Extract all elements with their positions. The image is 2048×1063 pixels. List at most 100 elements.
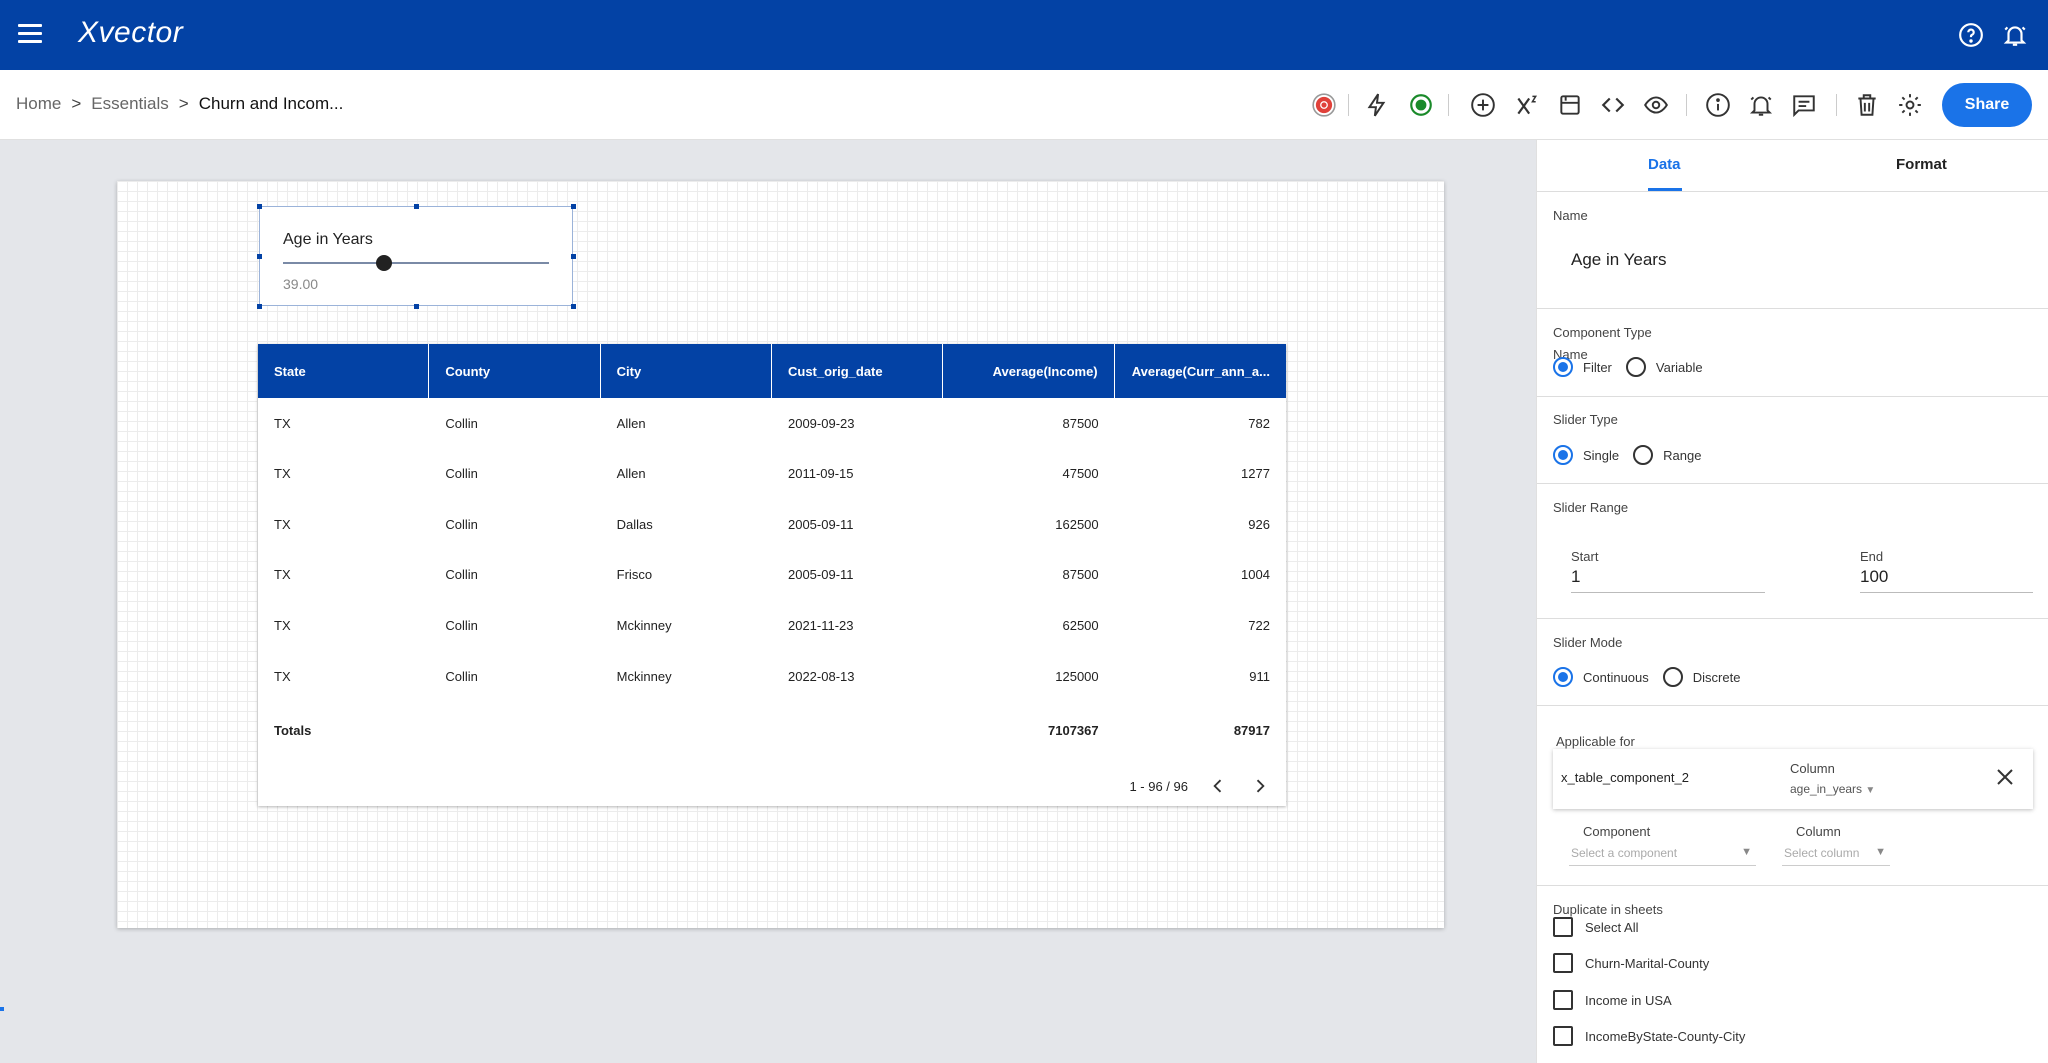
checkbox[interactable] (1553, 990, 1573, 1010)
preview-eye-icon[interactable] (1641, 90, 1671, 120)
checkbox-label: IncomeByState-County-City (1585, 1028, 1746, 1044)
app-logo[interactable]: Xvector (78, 16, 183, 50)
column-header-average-income[interactable]: Average(Income) (943, 344, 1115, 398)
table-row: TX Collin Dallas 2005-09-11 162500 926 (258, 499, 1286, 549)
checkbox-sheet[interactable]: Churn-Marital-County (1553, 953, 1709, 973)
cell-county: Collin (445, 516, 478, 532)
totals-curr: 87917 (1233, 722, 1270, 738)
chevron-left-icon[interactable] (1206, 774, 1230, 798)
slider-track[interactable] (283, 262, 549, 264)
table-row: TX Collin Mckinney 2021-11-23 62500 722 (258, 600, 1286, 650)
column-header-average-curr[interactable]: Average(Curr_ann_a... (1115, 344, 1286, 398)
checkbox[interactable] (1553, 1026, 1573, 1046)
slider-thumb[interactable] (376, 255, 393, 271)
cell-curr: 722 (1248, 617, 1270, 633)
checkbox[interactable] (1553, 917, 1573, 937)
resize-handle[interactable] (414, 304, 419, 309)
checkbox[interactable] (1553, 953, 1573, 973)
cell-city: Dallas (616, 516, 653, 532)
page-range: 1 - 96 / 96 (1129, 778, 1188, 794)
cell-state: TX (274, 415, 291, 431)
cell-income: 125000 (1055, 668, 1099, 684)
cell-curr: 1277 (1241, 465, 1270, 481)
record-status-icon[interactable] (1406, 90, 1436, 120)
page-marker (0, 1007, 4, 1011)
column-header-cust-orig-date[interactable]: Cust_orig_date (772, 344, 944, 398)
resize-handle[interactable] (257, 304, 262, 309)
breadcrumb: Home > Essentials > Churn and Incom... (16, 94, 343, 114)
cell-state: TX (274, 516, 291, 532)
table-row: TX Collin Allen 2009-09-23 87500 782 (258, 398, 1286, 448)
resize-handle[interactable] (571, 204, 576, 209)
checkbox-sheet[interactable]: Income in USA (1553, 990, 1672, 1010)
breadcrumb-separator: > (178, 94, 189, 113)
add-circle-icon[interactable] (1468, 90, 1498, 120)
save-icon[interactable] (1555, 90, 1585, 120)
cell-date: 2022-08-13 (787, 668, 855, 684)
cell-city: Allen (616, 465, 646, 481)
age-slider-component[interactable]: Age in Years 39.00 (257, 204, 576, 309)
table-row: TX Collin Frisco 2005-09-11 87500 1004 (258, 549, 1286, 599)
comment-icon[interactable] (1789, 90, 1819, 120)
checkbox-label: Churn-Marital-County (1585, 955, 1710, 971)
resize-handle[interactable] (414, 204, 419, 209)
resize-handle[interactable] (257, 254, 262, 259)
cell-county: Collin (445, 465, 478, 481)
cell-curr: 1004 (1241, 566, 1270, 582)
notification-bell-icon[interactable] (2002, 22, 2028, 48)
cell-county: Collin (445, 668, 478, 684)
toolbar: Home > Essentials > Churn and Incom... (0, 70, 2048, 140)
settings-gear-icon[interactable] (1895, 90, 1925, 120)
checkbox-sheet[interactable]: IncomeByState-County-City (1553, 1026, 1745, 1046)
properties-panel: Data Format Name Name Age in Years Compo… (1536, 140, 2048, 1063)
breadcrumb-current: Churn and Incom... (198, 94, 344, 113)
toolbar-divider (1686, 94, 1687, 116)
status-badge-icon[interactable] (1309, 90, 1339, 120)
cell-date: 2021-11-23 (787, 617, 854, 633)
checkbox-select-all[interactable]: Select All (1553, 917, 1638, 937)
help-icon[interactable] (1958, 22, 1984, 48)
column-header-state[interactable]: State (258, 344, 430, 398)
cell-date: 2009-09-23 (787, 415, 855, 431)
share-button[interactable]: Share (1942, 83, 2032, 127)
report-canvas[interactable]: Age in Years 39.00 State County City Cus… (117, 181, 1444, 928)
data-table: State County City Cust_orig_date Average… (258, 344, 1286, 806)
column-header-city[interactable]: City (601, 344, 772, 398)
cell-county: Collin (445, 617, 478, 633)
cell-city: Mckinney (616, 668, 672, 684)
resize-handle[interactable] (571, 304, 576, 309)
cell-date: 2011-09-15 (787, 465, 854, 481)
table-row: TX Collin Mckinney 2022-08-13 125000 911 (258, 651, 1286, 701)
alert-bell-icon[interactable] (1746, 90, 1776, 120)
divider (1537, 140, 2048, 886)
code-icon[interactable] (1598, 90, 1628, 120)
cell-income: 47500 (1062, 465, 1099, 481)
cell-income: 87500 (1062, 415, 1099, 431)
breadcrumb-separator: > (71, 94, 82, 113)
cell-state: TX (274, 465, 291, 481)
table-header: State County City Cust_orig_date Average… (258, 344, 1286, 398)
chevron-right-icon[interactable] (1248, 774, 1272, 798)
cell-curr: 926 (1248, 516, 1270, 532)
slider-title: Age in Years (283, 231, 373, 248)
cell-county: Collin (445, 566, 478, 582)
cell-state: TX (274, 668, 291, 684)
column-header-county[interactable]: County (429, 344, 601, 398)
resize-handle[interactable] (257, 204, 262, 209)
slider-value: 39.00 (283, 276, 319, 292)
cell-city: Allen (616, 415, 646, 431)
table-row: TX Collin Allen 2011-09-15 47500 1277 (258, 448, 1286, 498)
cell-curr: 911 (1249, 668, 1270, 684)
lightning-icon[interactable] (1362, 90, 1392, 120)
cell-county: Collin (445, 415, 478, 431)
delete-trash-icon[interactable] (1852, 90, 1882, 120)
info-icon[interactable] (1703, 90, 1733, 120)
breadcrumb-essentials[interactable]: Essentials (91, 94, 168, 114)
breadcrumb-home[interactable]: Home (16, 94, 61, 114)
menu-icon[interactable] (18, 24, 42, 44)
resize-handle[interactable] (571, 254, 576, 259)
variable-x-icon[interactable] (1512, 90, 1542, 120)
cell-city: Frisco (616, 566, 653, 582)
toolbar-divider (1348, 94, 1349, 116)
cell-state: TX (274, 617, 291, 633)
